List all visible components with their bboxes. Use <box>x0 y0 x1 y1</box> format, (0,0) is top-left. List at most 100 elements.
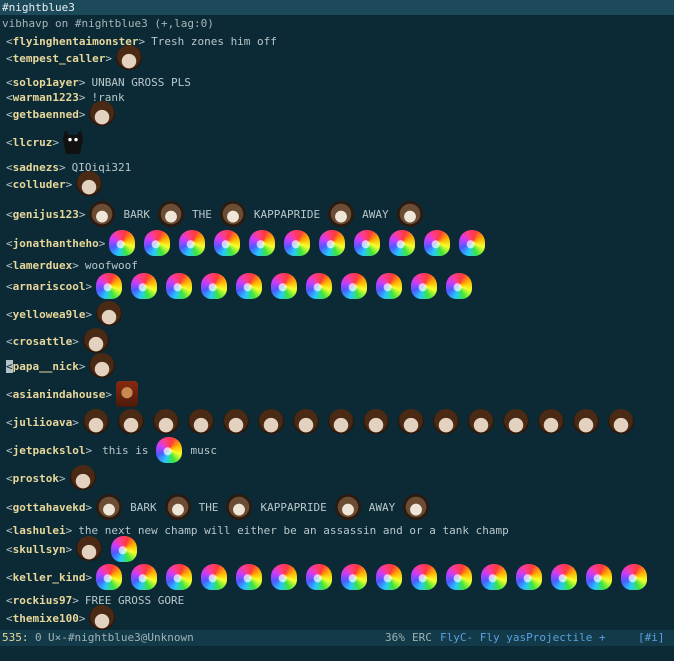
chat-message: <getbaenned> <box>6 101 124 127</box>
nick-open-bracket: < <box>6 177 13 191</box>
major-mode[interactable]: ERC <box>412 630 432 646</box>
message-text: woofwoof <box>84 258 138 272</box>
nick-close-bracket: > <box>72 334 79 348</box>
message-nick[interactable]: <prostok> <box>6 472 66 485</box>
message-nick[interactable]: <getbaenned> <box>6 108 85 121</box>
message-nick[interactable]: <solop1ayer> <box>6 76 85 89</box>
message-nick[interactable]: <llcruz> <box>6 136 59 149</box>
message-nick[interactable]: <colluder> <box>6 178 72 191</box>
echo-area[interactable] <box>0 646 674 661</box>
message-nick[interactable]: <genijus123> <box>6 208 85 221</box>
chat-message: <jetpackslol> this is musc <box>6 437 225 463</box>
bob-ross-emote <box>89 605 116 630</box>
dog-emote <box>226 494 253 520</box>
nick-name: juliioava <box>12 415 73 429</box>
message-nick[interactable]: <asianindahouse> <box>6 388 112 401</box>
rainbow-emote <box>236 273 263 299</box>
dog-emote <box>96 494 123 520</box>
message-nick[interactable]: <yellowea9le> <box>6 308 92 321</box>
message-nick[interactable]: <gottahavekd> <box>6 501 92 514</box>
nick-close-bracket: > <box>85 570 93 584</box>
chat-message: <arnariscool> <box>6 273 481 299</box>
emote-group <box>76 536 146 562</box>
nick-name: themixe100 <box>12 611 79 625</box>
rainbow-emote <box>376 273 403 299</box>
message-nick[interactable]: <papa__nick> <box>6 359 85 373</box>
message-nick[interactable]: <crosattle> <box>6 335 79 348</box>
rainbow-emote <box>481 564 508 590</box>
rainbow-emote <box>389 230 416 256</box>
rainbow-emote <box>271 273 298 299</box>
rainbow-emote <box>131 273 158 299</box>
rainbow-emote <box>586 564 613 590</box>
message-nick[interactable]: <juliioava> <box>6 416 79 429</box>
nick-open-bracket: < <box>6 307 13 321</box>
nick-close-bracket: > <box>85 307 93 321</box>
nick-close-bracket: > <box>105 51 112 65</box>
line-number: 535: <box>2 631 29 644</box>
message-nick[interactable]: <warman1223> <box>6 91 85 104</box>
doom-guy-emote <box>115 381 138 407</box>
nick-open-bracket: < <box>6 90 13 104</box>
nick-open-bracket: < <box>6 542 13 556</box>
message-nick[interactable]: <skullsyn> <box>6 543 72 556</box>
nick-name: skullsyn <box>12 542 66 556</box>
bob-ross-emote <box>222 409 249 435</box>
rainbow-emote <box>166 564 193 590</box>
emote-group: BARK THE KAPPAPRIDE AWAY <box>89 201 424 227</box>
message-nick[interactable]: <themixe100> <box>6 612 85 625</box>
nick-close-bracket: > <box>52 135 59 149</box>
nick-close-bracket: > <box>65 177 73 191</box>
nick-name: llcruz <box>12 135 53 149</box>
message-word: THE <box>198 500 219 514</box>
rainbow-emote <box>284 230 311 256</box>
message-nick[interactable]: <jonathantheho> <box>6 237 105 250</box>
message-nick[interactable]: <lamerduex> <box>6 259 79 272</box>
rainbow-emote <box>516 564 543 590</box>
bob-ross-emote <box>292 409 319 435</box>
nick-close-bracket: > <box>85 443 93 457</box>
buffer-name[interactable]: U×-#nightblue3@Unknown <box>48 630 194 646</box>
nick-open-bracket: < <box>6 334 13 348</box>
message-nick[interactable]: <tempest_caller> <box>6 52 112 65</box>
message-nick[interactable]: <jetpackslol> <box>6 444 92 457</box>
nick-name: keller_kind <box>12 570 86 584</box>
bob-ross-emote <box>187 409 214 435</box>
emote-group <box>115 45 151 71</box>
chat-buffer[interactable]: <flyinghentaimonster> Tresh zones him off… <box>6 32 666 630</box>
bob-ross-emote <box>432 409 459 435</box>
nick-name: lamerduex <box>12 258 73 272</box>
bob-ross-emote <box>76 536 103 562</box>
rainbow-emote <box>111 536 138 562</box>
emote-group <box>63 130 92 154</box>
rainbow-emote <box>446 273 473 299</box>
dog-emote <box>89 201 116 227</box>
message-nick[interactable]: <arnariscool> <box>6 280 92 293</box>
window-title: #nightblue3 <box>0 0 674 15</box>
nick-close-bracket: > <box>85 279 93 293</box>
emote-group <box>69 465 105 491</box>
nick-open-bracket: < <box>6 207 13 221</box>
bob-ross-emote <box>502 409 529 435</box>
dog-emote <box>328 201 355 227</box>
message-word: BARK <box>123 207 150 221</box>
chat-message: <gottahavekd> BARK THE KAPPAPRIDE AWAY <box>6 494 431 520</box>
nick-open-bracket: < <box>6 500 13 514</box>
nick-name: prostok <box>12 471 59 485</box>
bob-ross-emote <box>82 409 109 435</box>
nick-close-bracket: > <box>72 258 79 272</box>
nick-open-bracket: < <box>6 258 13 272</box>
message-nick[interactable]: <keller_kind> <box>6 571 92 584</box>
emote-group <box>89 605 124 630</box>
emote-group: BARK THE KAPPAPRIDE AWAY <box>96 494 431 520</box>
rainbow-emote <box>96 273 123 299</box>
emote-group: this is musc <box>96 437 225 463</box>
message-nick[interactable]: <sadnezs> <box>6 161 66 174</box>
rainbow-emote <box>354 230 381 256</box>
rainbow-emote <box>214 230 241 256</box>
message-nick[interactable]: <rockius97> <box>6 594 79 607</box>
message-nick[interactable]: <lashulei> <box>6 524 72 537</box>
minor-modes[interactable]: FlyC- Fly yasProjectile + <box>440 630 606 646</box>
nick-close-bracket: > <box>58 160 66 174</box>
chat-message: <genijus123> BARK THE KAPPAPRIDE AWAY <box>6 201 425 227</box>
